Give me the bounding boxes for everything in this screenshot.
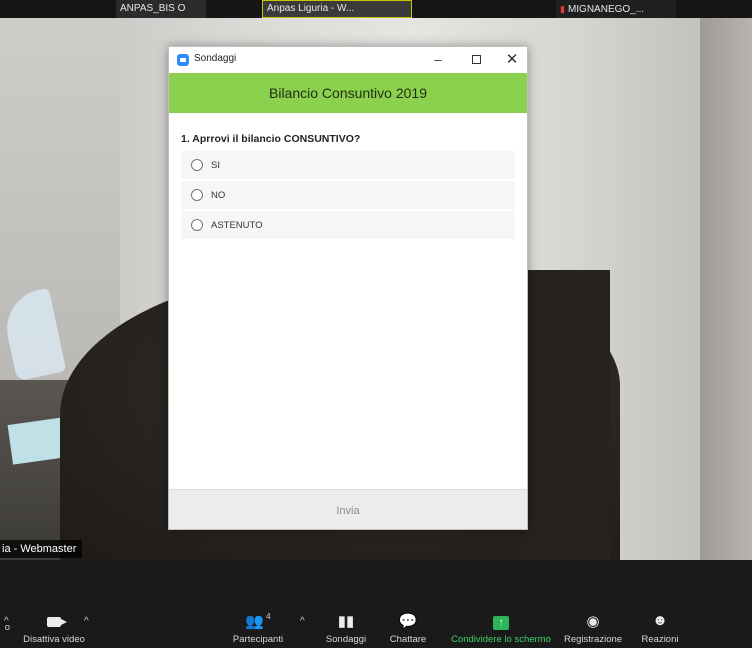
zoom-meeting-window: ANPAS_BIS O Anpas Liguria - W... ▮ MIGNAN… [0,0,752,648]
participant-thumbnail-strip: ANPAS_BIS O Anpas Liguria - W... ▮ MIGNAN… [0,0,752,18]
poll-title: Bilancio Consuntivo 2019 [169,73,527,113]
audio-button-cut[interactable]: o [0,622,10,633]
radio-button[interactable] [191,219,203,231]
add-reaction-icon: ☻ [652,612,668,629]
record-button[interactable]: ◉ Registrazione [554,612,632,645]
maximize-button[interactable] [463,49,489,71]
chat-button[interactable]: 💬 Chattare [370,612,446,645]
poll-option-si[interactable]: SI [181,151,515,181]
participant-tile-active[interactable]: Anpas Liguria - W... [262,0,412,18]
record-icon: ◉ [586,613,600,630]
submit-button[interactable]: Invia [336,505,359,517]
radio-button[interactable] [191,189,203,201]
poll-option-no[interactable]: NO [181,181,515,211]
poll-option-astenuto[interactable]: ASTENUTO [181,211,515,241]
participants-button[interactable]: 👥 4 Partecipanti [216,612,300,645]
participants-caret-icon[interactable]: ^ [300,616,305,627]
chat-bubble-icon: 💬 [398,613,418,630]
reactions-button[interactable]: ☻ Reazioni [624,612,696,645]
stop-video-button[interactable]: Disattiva video [14,612,94,645]
meeting-toolbar: ^ o Disattiva video ^ 👥 4 Partecipanti ^ … [0,560,752,648]
share-screen-icon: ↑ [446,612,556,634]
participant-tile[interactable]: ▮ MIGNANEGO_... [556,0,676,18]
submit-bar: Invia [169,489,527,529]
muted-mic-icon: ▮ [560,4,565,14]
video-camera-icon [14,612,94,634]
dialog-titlebar[interactable]: Sondaggi – ✕ [169,47,527,73]
radio-button[interactable] [191,159,203,171]
poll-question: 1. Aprrovi il bilancio CONSUNTIVO? [181,133,361,145]
speaker-name-tag: ia - Webmaster [0,540,83,558]
minimize-button[interactable]: – [425,49,451,71]
share-screen-button[interactable]: ↑ Condividere lo schermo [446,612,556,645]
zoom-app-icon [177,54,189,66]
poll-options: SI NO ASTENUTO [181,151,515,241]
close-button[interactable]: ✕ [499,49,525,71]
dialog-title: Sondaggi [194,53,237,64]
video-caret-icon[interactable]: ^ [84,616,89,627]
poll-dialog: Sondaggi – ✕ Bilancio Consuntivo 2019 1.… [168,46,528,530]
participants-icon: 👥 4 [245,612,271,630]
participant-tile[interactable]: ANPAS_BIS O [116,0,206,18]
maximize-icon [471,55,481,64]
